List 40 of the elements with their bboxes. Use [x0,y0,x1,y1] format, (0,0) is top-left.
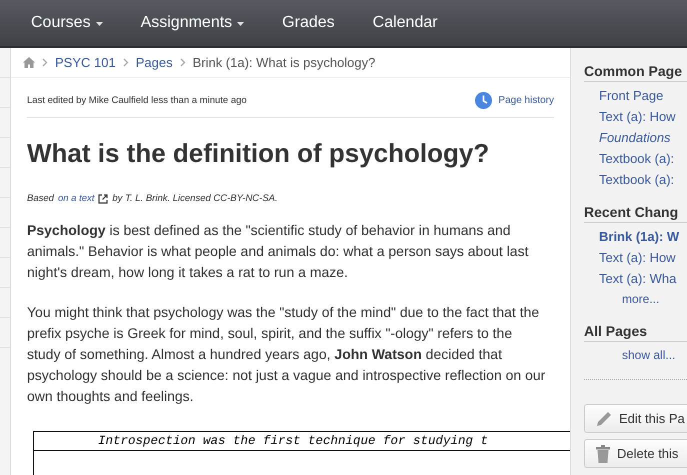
page-link[interactable]: Brink (1a): W [599,226,680,247]
external-link-icon [98,194,108,204]
page-link[interactable]: Textbook (a): [599,148,674,169]
home-icon[interactable] [23,57,35,68]
page-link[interactable]: Text (a): How [599,247,676,268]
nav-link[interactable]: Calendar [372,14,438,32]
section-heading: All Pages [584,323,687,342]
page-title: What is the definition of psychology? [27,138,490,169]
delete-page-button[interactable]: Delete this [584,439,687,468]
breadcrumb-link[interactable]: PSYC 101 [55,55,116,70]
body-paragraph: You might think that psychology was the "study of the mind" due to the fact that the prefix psyche is Greek for mind, soul, spirit, and the suffix "-ology" refers to the study of something. Almost a hundred years ago, John Watson decided that psychology should be a science: not just a vague and introspective reflection on our own thoughts and feelings. [27,303,546,406]
chevron-icon [42,58,48,67]
attribution-text: Based [27,193,54,204]
source-link[interactable]: on a text [58,193,94,204]
clock-icon [475,92,492,109]
nav-link[interactable]: Courses [31,14,103,32]
section-heading: Recent Chang [584,204,687,223]
pencil-icon [595,410,613,428]
nav-link[interactable]: Assignments [140,14,244,32]
caret-icon [237,22,244,26]
page-link[interactable]: Text (a): How [599,106,676,127]
chevron-icon [122,58,129,67]
page-link[interactable]: Foundations [599,127,671,148]
more-link[interactable]: more... [584,289,660,309]
trash-icon [595,444,611,462]
edit-page-button[interactable]: Edit this Pa [584,404,687,433]
body-paragraph: Psychology is best defined as the "scientific study of behavior in humans and animals." Behavior is what people and animals do: what a person says about last night's dream, how long it takes a rat to run a maze. [27,221,530,282]
breadcrumb-link[interactable]: Brink (1a): What is psychology? [192,55,376,70]
nav-link[interactable]: Grades [282,14,335,32]
page-link[interactable]: Front Page [599,85,664,106]
page-link[interactable]: Text (a): Wha [599,268,676,289]
breadcrumb-link[interactable]: Pages [136,55,173,70]
page-history-link[interactable]: Page history [475,92,554,109]
attribution-text: by T. L. Brink. Licensed CC-BY-NC-SA. [112,193,278,204]
page-link[interactable]: Textbook (a): [599,169,674,190]
more-link[interactable]: show all... [584,345,676,365]
caret-icon [96,22,103,26]
chevron-icon [180,58,186,67]
last-edited-text: Last edited by Mike Caulfield less than a minute ago [27,95,247,106]
section-heading: Common Page [584,63,687,82]
